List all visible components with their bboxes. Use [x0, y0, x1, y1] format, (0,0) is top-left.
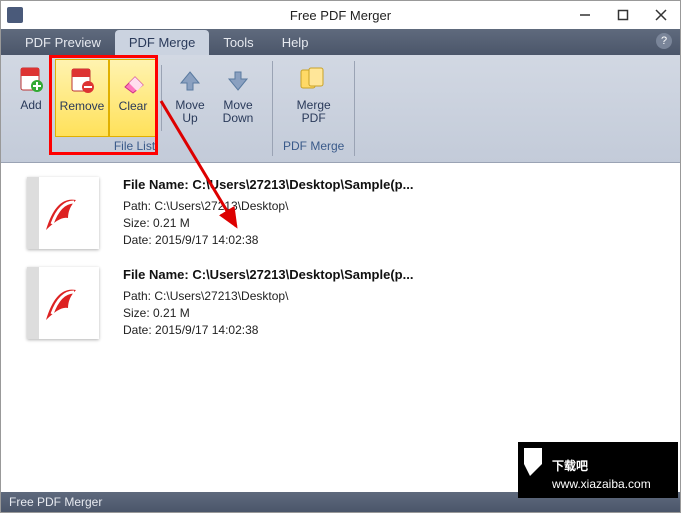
- tab-pdf-merge[interactable]: PDF Merge: [115, 30, 209, 55]
- file-date: Date: 2015/9/17 14:02:38: [123, 232, 413, 249]
- tab-help[interactable]: Help: [268, 30, 323, 55]
- file-size: Size: 0.21 M: [123, 305, 413, 322]
- remove-label: Remove: [60, 100, 105, 113]
- status-text: Free PDF Merger: [9, 495, 102, 509]
- merge-pdf-icon: [299, 65, 329, 95]
- tab-pdf-preview[interactable]: PDF Preview: [11, 30, 115, 55]
- window-controls: [566, 1, 680, 29]
- adobe-pdf-icon: [38, 278, 88, 328]
- add-button[interactable]: Add: [7, 59, 55, 137]
- eraser-icon: [118, 66, 148, 96]
- file-name: File Name: C:\Users\27213\Desktop\Sample…: [123, 177, 413, 192]
- file-list[interactable]: File Name: C:\Users\27213\Desktop\Sample…: [1, 163, 680, 492]
- arrow-down-icon: [223, 65, 253, 95]
- merge-pdf-label: Merge PDF: [297, 99, 331, 125]
- move-down-button[interactable]: Move Down: [214, 59, 262, 137]
- minimize-button[interactable]: [566, 1, 604, 29]
- add-pdf-icon: [16, 65, 46, 95]
- window-title: Free PDF Merger: [290, 8, 391, 23]
- remove-pdf-icon: [67, 66, 97, 96]
- ribbon: Add Remove Clear Move Up Move Down File …: [1, 55, 680, 163]
- group-file-list: Add Remove Clear Move Up Move Down File …: [1, 55, 268, 162]
- add-label: Add: [20, 99, 41, 112]
- list-item[interactable]: File Name: C:\Users\27213\Desktop\Sample…: [17, 261, 664, 345]
- file-path: Path: C:\Users\27213\Desktop\: [123, 198, 413, 215]
- app-icon: [7, 7, 23, 23]
- title-bar: Free PDF Merger: [1, 1, 680, 29]
- merge-pdf-button[interactable]: Merge PDF: [287, 59, 341, 137]
- pdf-thumbnail: [27, 177, 99, 249]
- adobe-pdf-icon: [38, 188, 88, 238]
- file-info: File Name: C:\Users\27213\Desktop\Sample…: [123, 267, 413, 339]
- group-file-list-label: File List: [114, 139, 155, 153]
- group-pdf-merge-label: PDF Merge: [283, 139, 344, 153]
- remove-button[interactable]: Remove: [55, 59, 109, 137]
- arrow-up-icon: [175, 65, 205, 95]
- status-bar: Free PDF Merger: [1, 492, 680, 512]
- file-path: Path: C:\Users\27213\Desktop\: [123, 288, 413, 305]
- file-info: File Name: C:\Users\27213\Desktop\Sample…: [123, 177, 413, 249]
- move-up-label: Move Up: [175, 99, 204, 125]
- tab-tools[interactable]: Tools: [209, 30, 267, 55]
- move-up-button[interactable]: Move Up: [166, 59, 214, 137]
- clear-button[interactable]: Clear: [109, 59, 157, 137]
- file-name: File Name: C:\Users\27213\Desktop\Sample…: [123, 267, 413, 282]
- file-size: Size: 0.21 M: [123, 215, 413, 232]
- menu-bar: PDF Preview PDF Merge Tools Help ?: [1, 29, 680, 55]
- separator: [272, 61, 273, 156]
- clear-label: Clear: [119, 100, 148, 113]
- separator: [354, 61, 355, 156]
- move-down-label: Move Down: [223, 99, 254, 125]
- close-button[interactable]: [642, 1, 680, 29]
- list-item[interactable]: File Name: C:\Users\27213\Desktop\Sample…: [17, 171, 664, 255]
- file-date: Date: 2015/9/17 14:02:38: [123, 322, 413, 339]
- maximize-button[interactable]: [604, 1, 642, 29]
- pdf-thumbnail: [27, 267, 99, 339]
- separator: [161, 65, 162, 131]
- group-pdf-merge: Merge PDF PDF Merge: [277, 55, 350, 162]
- help-icon[interactable]: ?: [656, 33, 672, 49]
